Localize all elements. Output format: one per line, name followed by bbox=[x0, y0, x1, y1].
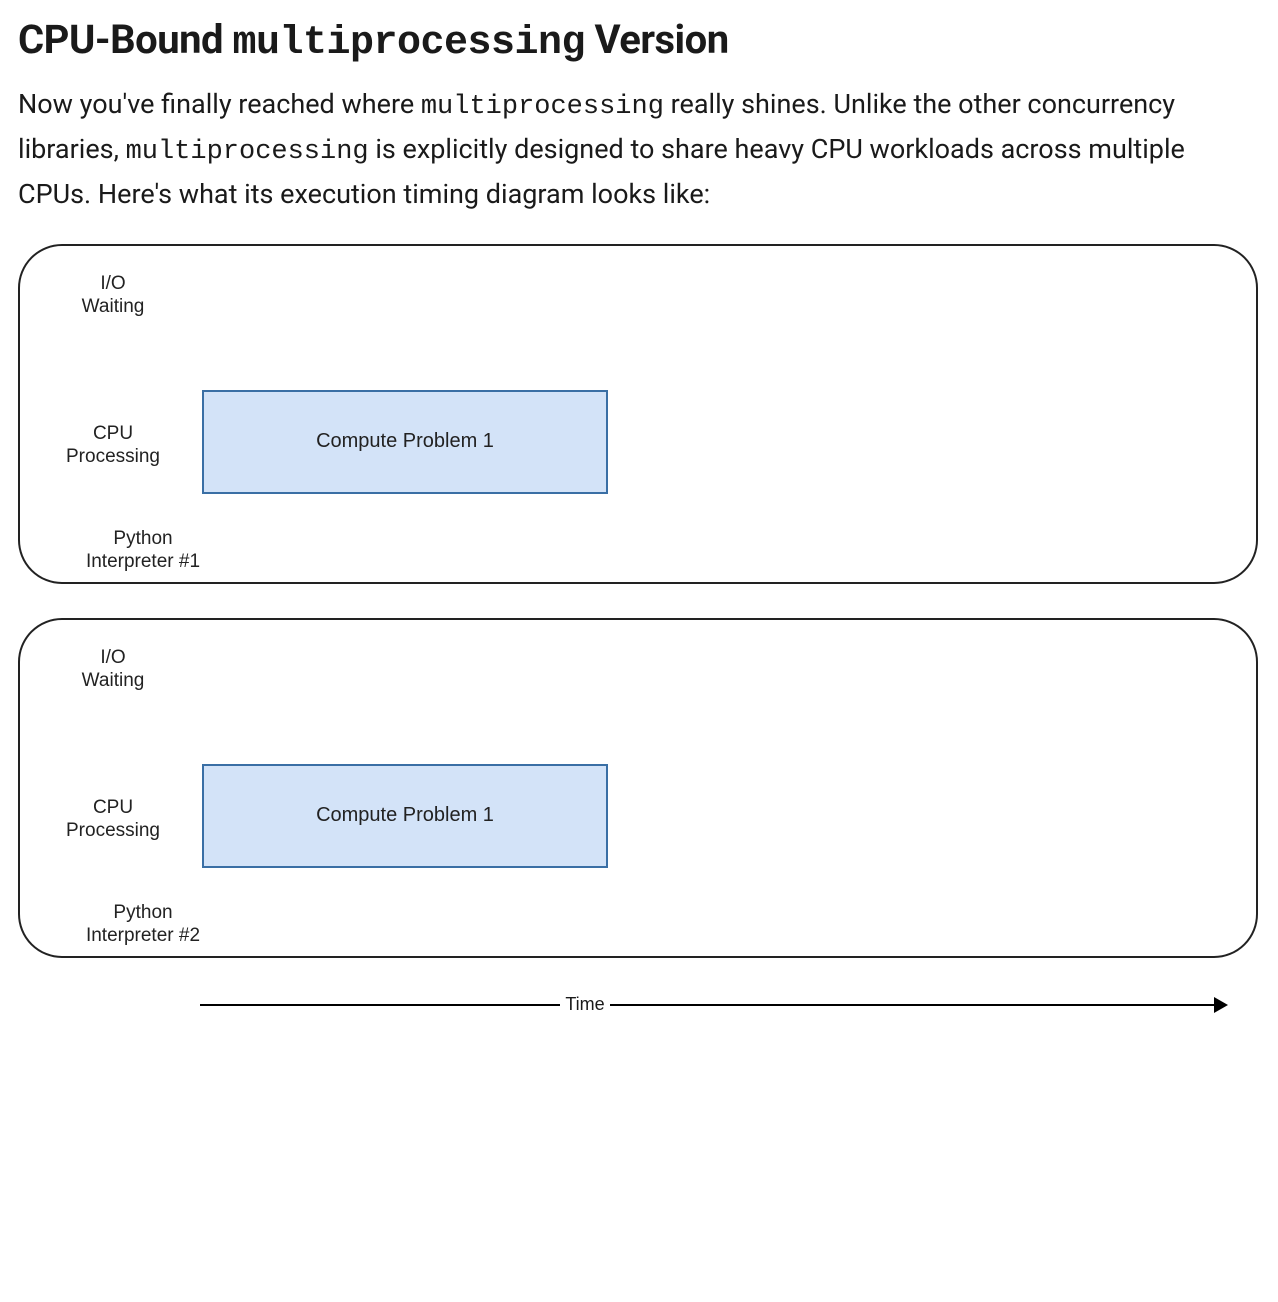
para-text-a: Now you've finally reached where bbox=[18, 88, 421, 120]
intro-paragraph: Now you've finally reached where multipr… bbox=[18, 84, 1258, 216]
section-heading: CPU-Bound multiprocessing Version bbox=[18, 16, 1260, 66]
para-code-2: multiprocessing bbox=[126, 137, 369, 167]
io-waiting-label: I/OWaiting bbox=[38, 646, 188, 694]
io-waiting-label: I/OWaiting bbox=[38, 272, 188, 320]
time-axis-label: Time bbox=[560, 994, 610, 1015]
compute-block-1: Compute Problem 1 bbox=[202, 390, 608, 494]
compute-block-2-label: Compute Problem 1 bbox=[316, 804, 494, 827]
time-axis-arrowhead-icon bbox=[1214, 997, 1228, 1013]
heading-text-pre: CPU-Bound bbox=[18, 16, 232, 63]
time-axis-line-right bbox=[610, 1004, 1216, 1006]
interpreter-box-1: I/OWaiting CPUProcessing Compute Problem… bbox=[18, 244, 1258, 584]
para-code-1: multiprocessing bbox=[421, 92, 664, 122]
compute-block-1-label: Compute Problem 1 bbox=[316, 430, 494, 453]
cpu-processing-label: CPUProcessing bbox=[38, 422, 188, 470]
interpreter-1-label: PythonInterpreter #1 bbox=[68, 528, 218, 574]
interpreter-box-2: I/OWaiting CPUProcessing Compute Problem… bbox=[18, 618, 1258, 958]
timing-diagram: I/OWaiting CPUProcessing Compute Problem… bbox=[18, 244, 1258, 1022]
compute-block-2: Compute Problem 1 bbox=[202, 764, 608, 868]
cpu-processing-label: CPUProcessing bbox=[38, 796, 188, 844]
heading-code: multiprocessing bbox=[232, 21, 585, 66]
heading-text-post: Version bbox=[585, 16, 729, 63]
interpreter-2-label: PythonInterpreter #2 bbox=[68, 902, 218, 948]
time-axis: Time bbox=[200, 992, 1228, 1022]
time-axis-line-left bbox=[200, 1004, 560, 1006]
